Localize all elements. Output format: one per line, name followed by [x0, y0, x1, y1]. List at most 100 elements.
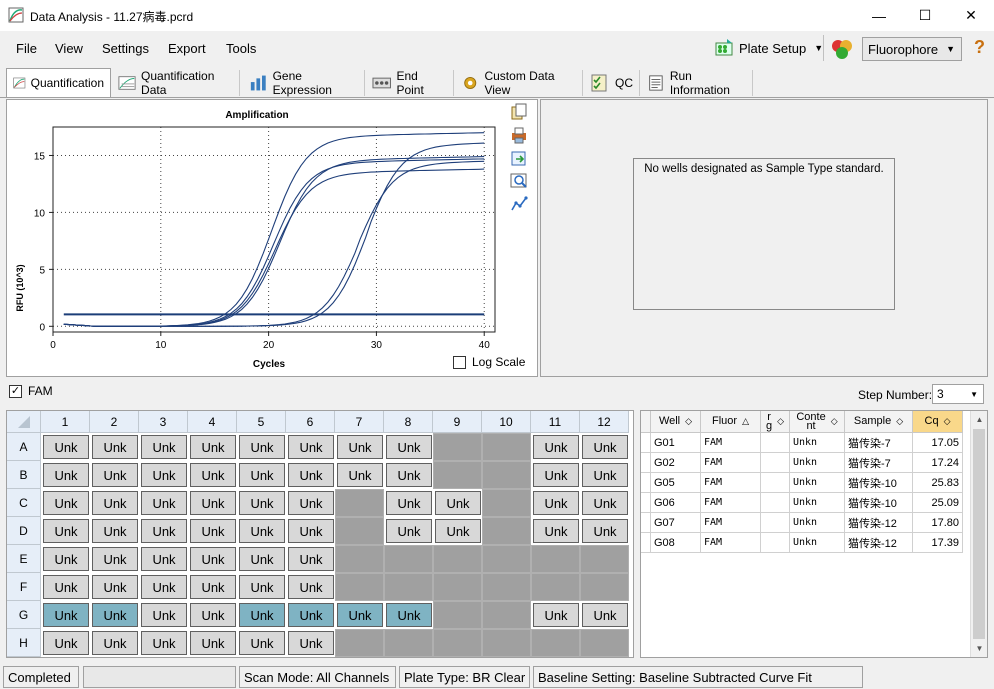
well-E6[interactable]: Unk — [288, 547, 334, 571]
empty-well-B10[interactable] — [482, 461, 531, 489]
well-A2[interactable]: Unk — [92, 435, 138, 459]
fluorophore-select[interactable]: Fluorophore ▼ — [862, 37, 962, 61]
column-header-fluor[interactable]: Fluor △ — [701, 411, 761, 433]
empty-well-H10[interactable] — [482, 629, 531, 657]
plate-column-header[interactable]: 5 — [237, 411, 286, 433]
plate-row-header[interactable]: H — [7, 629, 41, 657]
well-A6[interactable]: Unk — [288, 435, 334, 459]
well-C12[interactable]: Unk — [582, 491, 628, 515]
tab-quantification-data[interactable]: Quantification Data — [112, 69, 240, 97]
close-button[interactable]: ✕ — [948, 0, 994, 31]
well-G3[interactable]: Unk — [141, 603, 187, 627]
well-B7[interactable]: Unk — [337, 463, 383, 487]
amplification-curve-2[interactable] — [63, 158, 485, 327]
table-cell-row-gutter[interactable] — [641, 473, 651, 493]
status-baseline[interactable]: Baseline Setting: Baseline Subtracted Cu… — [533, 666, 863, 688]
well-H1[interactable]: Unk — [43, 631, 89, 655]
empty-well-F7[interactable] — [335, 573, 384, 601]
well-G4[interactable]: Unk — [190, 603, 236, 627]
plate-row-header[interactable]: E — [7, 545, 41, 573]
well-E2[interactable]: Unk — [92, 547, 138, 571]
well-G5[interactable]: Unk — [239, 603, 285, 627]
well-H5[interactable]: Unk — [239, 631, 285, 655]
well-C6[interactable]: Unk — [288, 491, 334, 515]
well-G11[interactable]: Unk — [533, 603, 579, 627]
empty-well-A10[interactable] — [482, 433, 531, 461]
empty-well-D7[interactable] — [335, 517, 384, 545]
well-C3[interactable]: Unk — [141, 491, 187, 515]
tab-end-point[interactable]: End Point — [366, 69, 454, 97]
empty-well-A9[interactable] — [433, 433, 482, 461]
well-G8[interactable]: Unk — [386, 603, 432, 627]
well-E3[interactable]: Unk — [141, 547, 187, 571]
well-C9[interactable]: Unk — [435, 491, 481, 515]
well-G2[interactable]: Unk — [92, 603, 138, 627]
fam-checkbox[interactable]: ✓ — [9, 384, 22, 398]
well-D8[interactable]: Unk — [386, 519, 432, 543]
empty-well-G9[interactable] — [433, 601, 482, 629]
tab-run-information[interactable]: Run Information — [641, 69, 753, 97]
empty-well-F10[interactable] — [482, 573, 531, 601]
plate-row-header[interactable]: B — [7, 461, 41, 489]
plate-column-header[interactable]: 3 — [139, 411, 188, 433]
column-header-r-g[interactable]: r g ◇ — [761, 411, 790, 433]
menu-settings[interactable]: Settings — [102, 41, 149, 56]
plate-column-header[interactable]: 9 — [433, 411, 482, 433]
well-F4[interactable]: Unk — [190, 575, 236, 599]
table-cell-row-gutter[interactable] — [641, 493, 651, 513]
well-D4[interactable]: Unk — [190, 519, 236, 543]
well-F5[interactable]: Unk — [239, 575, 285, 599]
amplification-curve-4[interactable] — [63, 168, 485, 327]
well-A4[interactable]: Unk — [190, 435, 236, 459]
empty-well-F8[interactable] — [384, 573, 433, 601]
well-H3[interactable]: Unk — [141, 631, 187, 655]
well-B12[interactable]: Unk — [582, 463, 628, 487]
well-H4[interactable]: Unk — [190, 631, 236, 655]
well-E5[interactable]: Unk — [239, 547, 285, 571]
plate-column-header[interactable]: 6 — [286, 411, 335, 433]
plate-row-header[interactable]: D — [7, 517, 41, 545]
empty-well-C7[interactable] — [335, 489, 384, 517]
well-D12[interactable]: Unk — [582, 519, 628, 543]
well-D5[interactable]: Unk — [239, 519, 285, 543]
column-header-sample[interactable]: Sample ◇ — [845, 411, 913, 433]
plate-column-header[interactable]: 11 — [531, 411, 580, 433]
plate-row-header[interactable]: A — [7, 433, 41, 461]
well-A3[interactable]: Unk — [141, 435, 187, 459]
empty-well-D10[interactable] — [482, 517, 531, 545]
well-B6[interactable]: Unk — [288, 463, 334, 487]
export-icon[interactable] — [510, 149, 528, 167]
empty-well-E8[interactable] — [384, 545, 433, 573]
fam-toggle[interactable]: ✓ FAM — [9, 384, 53, 398]
well-G7[interactable]: Unk — [337, 603, 383, 627]
empty-well-E7[interactable] — [335, 545, 384, 573]
plate-column-header[interactable]: 10 — [482, 411, 531, 433]
well-D11[interactable]: Unk — [533, 519, 579, 543]
empty-well-E10[interactable] — [482, 545, 531, 573]
well-A11[interactable]: Unk — [533, 435, 579, 459]
column-header-well[interactable]: Well ◇ — [651, 411, 701, 433]
well-B1[interactable]: Unk — [43, 463, 89, 487]
well-A7[interactable]: Unk — [337, 435, 383, 459]
minimize-button[interactable]: — — [856, 0, 902, 31]
column-header-content[interactable]: Conte nt ◇ — [790, 411, 845, 433]
well-F6[interactable]: Unk — [288, 575, 334, 599]
step-number-select[interactable]: 3 ▼ — [932, 384, 984, 404]
plate-column-header[interactable]: 2 — [90, 411, 139, 433]
well-B4[interactable]: Unk — [190, 463, 236, 487]
empty-well-H8[interactable] — [384, 629, 433, 657]
plate-column-header[interactable]: 12 — [580, 411, 629, 433]
copy-icon[interactable] — [510, 103, 528, 121]
empty-well-C10[interactable] — [482, 489, 531, 517]
amplification-curve-1[interactable] — [63, 132, 485, 327]
well-C2[interactable]: Unk — [92, 491, 138, 515]
plate-setup-button[interactable]: Plate Setup ▼ — [713, 35, 823, 61]
scroll-up-icon[interactable]: ▲ — [971, 411, 988, 428]
table-cell-row-gutter[interactable] — [641, 453, 651, 473]
well-E1[interactable]: Unk — [43, 547, 89, 571]
well-C11[interactable]: Unk — [533, 491, 579, 515]
table-cell-row-gutter[interactable] — [641, 433, 651, 453]
plate-row-header[interactable]: C — [7, 489, 41, 517]
empty-well-H11[interactable] — [531, 629, 580, 657]
empty-well-E11[interactable] — [531, 545, 580, 573]
